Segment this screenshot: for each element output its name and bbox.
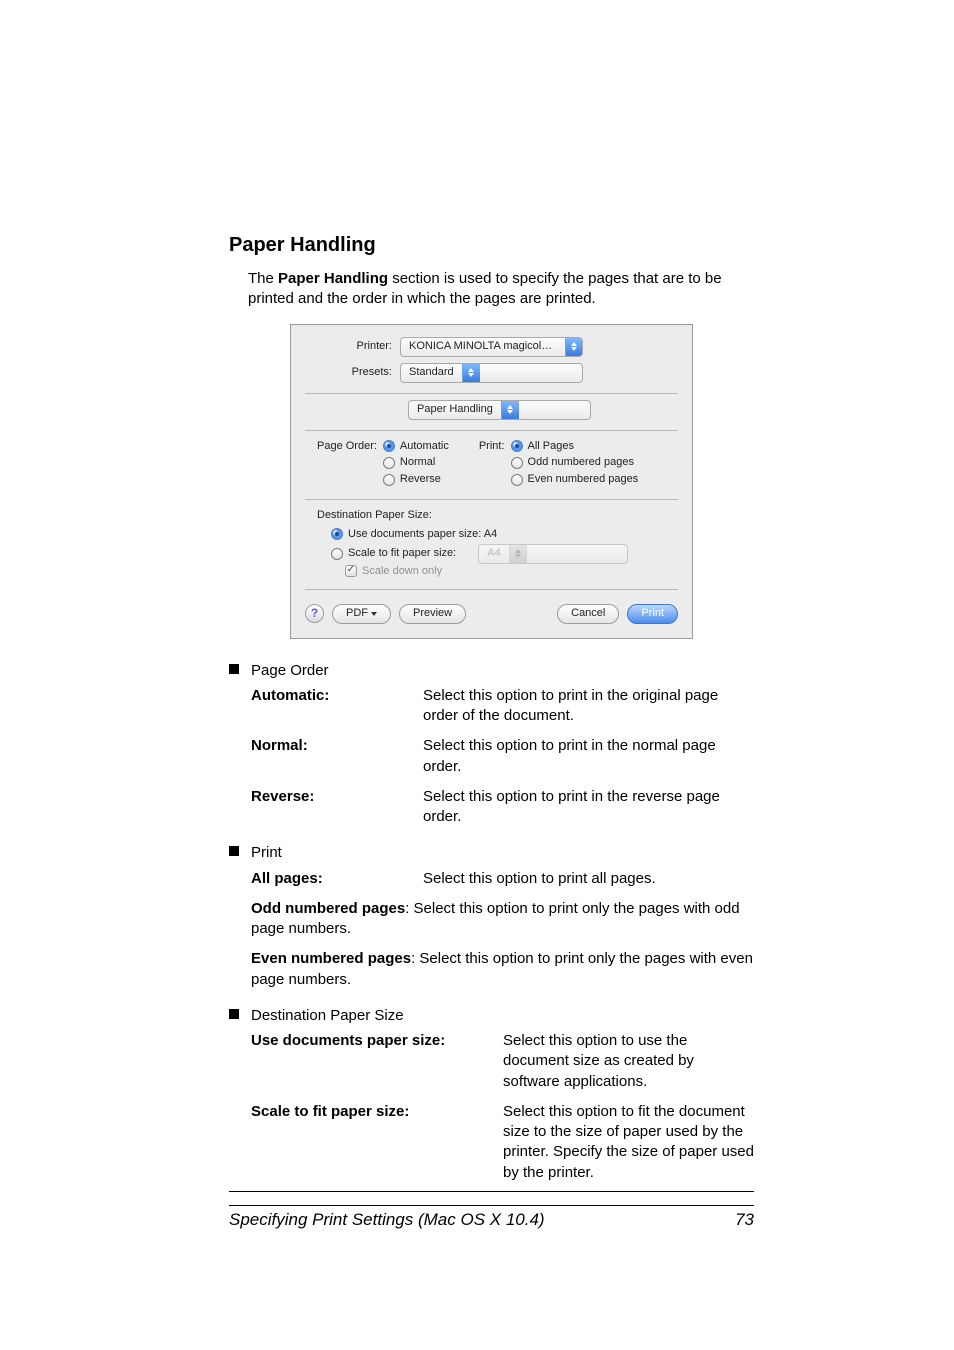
def-odd-term: Odd numbered pages <box>251 900 405 917</box>
radio-all-pages[interactable] <box>511 440 523 452</box>
intro-paragraph: The Paper Handling section is used to sp… <box>248 269 754 310</box>
def-usedoc-term: Use documents paper size: <box>251 1031 503 1092</box>
select-arrows-icon <box>501 401 519 419</box>
radio-even-pages[interactable] <box>511 474 523 486</box>
destination-heading: Destination Paper Size <box>251 1006 754 1026</box>
footer-rule <box>229 1191 754 1192</box>
bullet-icon <box>229 1009 239 1019</box>
select-arrows-icon <box>509 545 527 563</box>
radio-normal-label: Normal <box>400 455 435 470</box>
radio-use-doc-size-label: Use documents paper size: A4 <box>348 527 497 542</box>
printer-label: Printer: <box>305 339 400 354</box>
presets-value: Standard <box>401 365 462 380</box>
def-normal-desc: Select this option to print in the norma… <box>423 736 754 777</box>
radio-use-doc-size[interactable] <box>331 528 343 540</box>
select-arrows-icon <box>565 338 582 356</box>
printer-value: KONICA MINOLTA magicolor … <box>401 339 565 354</box>
def-reverse-term: Reverse: <box>251 787 423 828</box>
pane-value: Paper Handling <box>409 402 501 417</box>
presets-select[interactable]: Standard <box>400 363 583 383</box>
page-order-label: Page Order: <box>317 440 377 452</box>
cancel-button[interactable]: Cancel <box>557 604 619 624</box>
page-order-heading: Page Order <box>251 661 754 681</box>
print-label: Print: <box>479 440 505 452</box>
def-normal-term: Normal: <box>251 736 423 777</box>
intro-text-1: The <box>248 270 278 287</box>
def-scale-term: Scale to fit paper size: <box>251 1102 503 1183</box>
scale-paper-value: A4 <box>479 546 508 561</box>
select-arrows-icon <box>462 364 480 382</box>
def-automatic-desc: Select this option to print in the origi… <box>423 686 754 727</box>
help-button[interactable]: ? <box>305 604 324 623</box>
footer-text: Specifying Print Settings (Mac OS X 10.4… <box>229 1210 545 1230</box>
print-dialog: Printer: KONICA MINOLTA magicolor … Pres… <box>290 324 693 639</box>
def-automatic-term: Automatic: <box>251 686 423 727</box>
page-footer: Specifying Print Settings (Mac OS X 10.4… <box>229 1205 754 1230</box>
divider <box>305 393 678 394</box>
radio-automatic[interactable] <box>383 440 395 452</box>
def-odd: Odd numbered pages: Select this option t… <box>251 899 754 940</box>
checkbox-scale-down <box>345 565 357 577</box>
bullet-icon <box>229 664 239 674</box>
pane-select[interactable]: Paper Handling <box>408 400 591 420</box>
preview-button[interactable]: Preview <box>399 604 466 624</box>
radio-odd-pages[interactable] <box>511 457 523 469</box>
divider <box>305 499 678 500</box>
radio-reverse[interactable] <box>383 474 395 486</box>
def-all-desc: Select this option to print all pages. <box>423 869 754 889</box>
def-scale-desc: Select this option to fit the document s… <box>503 1102 754 1183</box>
chevron-down-icon <box>371 612 377 616</box>
destination-title: Destination Paper Size: <box>317 508 678 523</box>
radio-odd-pages-label: Odd numbered pages <box>528 455 634 470</box>
def-even: Even numbered pages: Select this option … <box>251 949 754 990</box>
radio-even-pages-label: Even numbered pages <box>528 472 639 487</box>
presets-label: Presets: <box>305 365 400 380</box>
radio-reverse-label: Reverse <box>400 472 441 487</box>
page-number: 73 <box>735 1210 754 1230</box>
radio-scale-to-fit[interactable] <box>331 548 343 560</box>
print-button[interactable]: Print <box>627 604 678 624</box>
printer-select[interactable]: KONICA MINOLTA magicolor … <box>400 337 583 357</box>
def-even-term: Even numbered pages <box>251 950 411 967</box>
bullet-icon <box>229 846 239 856</box>
print-heading: Print <box>251 843 754 863</box>
divider <box>305 430 678 431</box>
radio-normal[interactable] <box>383 457 395 469</box>
pdf-button-label: PDF <box>346 606 368 621</box>
scale-paper-select: A4 <box>478 544 628 564</box>
divider <box>305 589 678 590</box>
radio-all-pages-label: All Pages <box>528 439 574 454</box>
checkbox-scale-down-label: Scale down only <box>362 564 442 579</box>
radio-automatic-label: Automatic <box>400 439 449 454</box>
def-reverse-desc: Select this option to print in the rever… <box>423 787 754 828</box>
radio-scale-to-fit-label: Scale to fit paper size: <box>348 546 456 561</box>
pdf-button[interactable]: PDF <box>332 604 391 624</box>
def-all-term: All pages: <box>251 869 423 889</box>
def-usedoc-desc: Select this option to use the document s… <box>503 1031 754 1092</box>
intro-bold: Paper Handling <box>278 270 388 287</box>
section-title: Paper Handling <box>229 232 754 259</box>
